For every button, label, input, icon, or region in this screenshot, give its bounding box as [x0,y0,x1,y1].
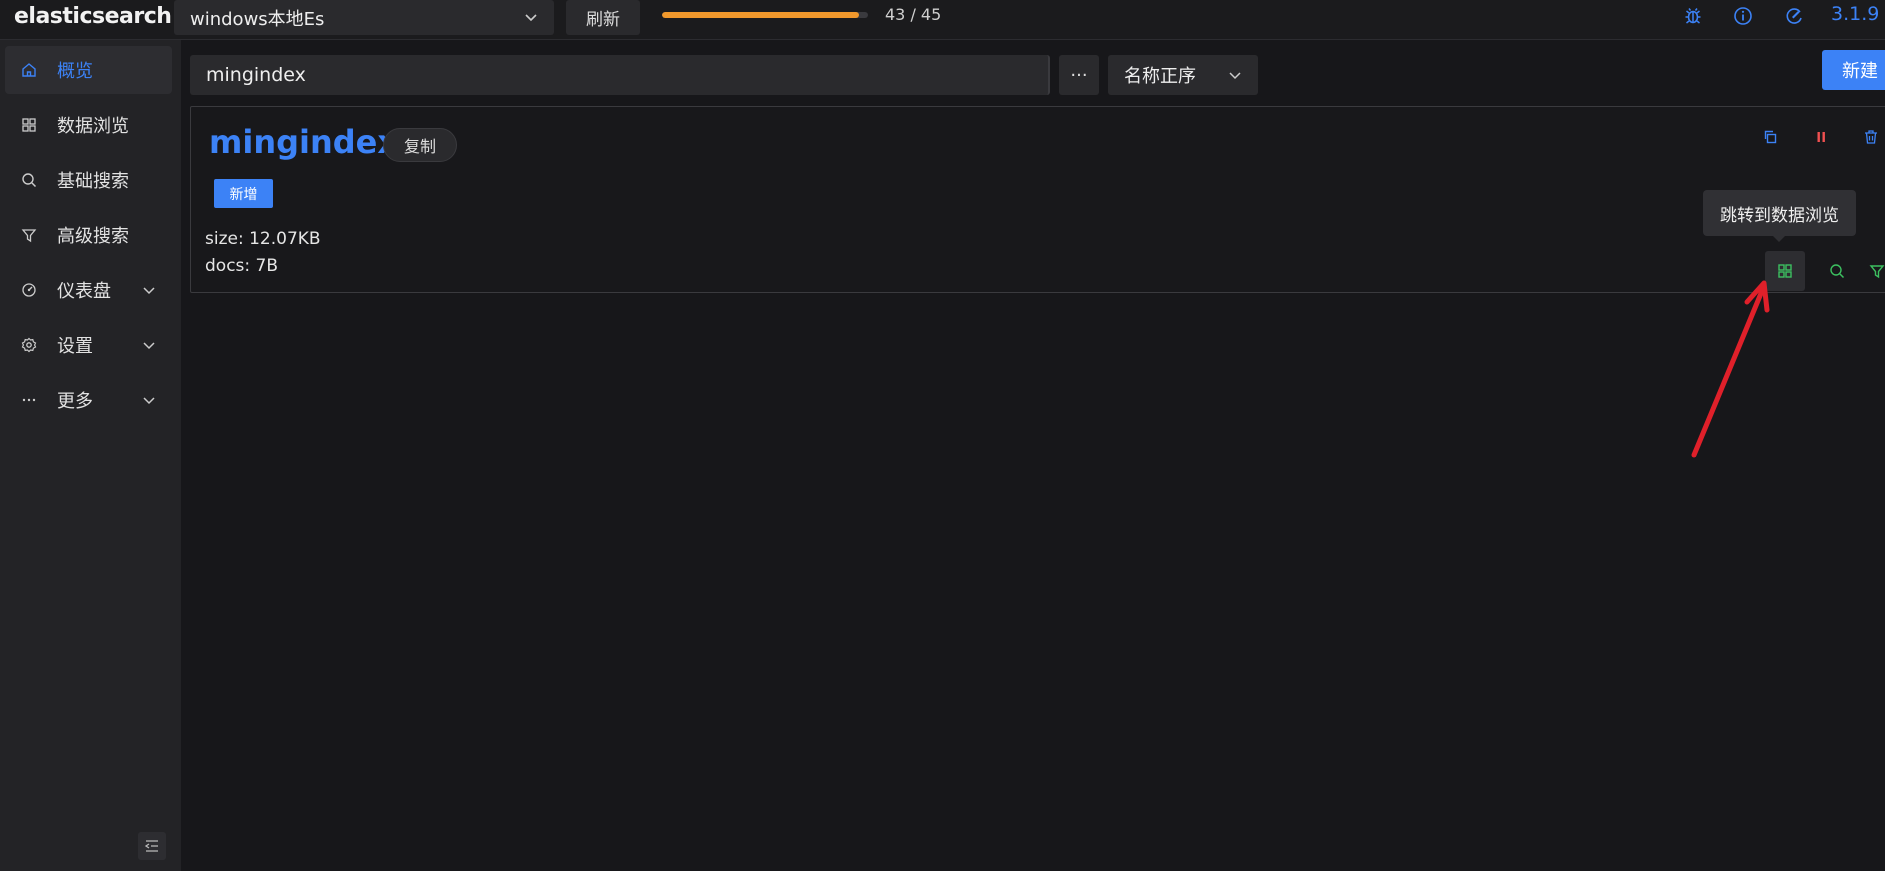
top-bar: elasticsearch windows本地Es 刷新 43 / 45 3.1… [0,0,1885,40]
cluster-select[interactable]: windows本地Es [174,0,554,35]
chevron-down-icon [143,342,155,350]
clone-index-button[interactable] [1755,121,1787,153]
version-label[interactable]: 3.1.9 [1831,3,1879,25]
gear-icon [21,337,37,353]
sidebar-item-data-browse[interactable]: 数据浏览 [5,101,172,149]
copy-icon [1764,130,1777,144]
index-size: size: 12.07KB [205,229,321,249]
collapse-icon [144,840,158,852]
info-icon[interactable] [1733,6,1753,26]
ellipsis-icon [22,398,36,402]
home-icon [22,63,36,77]
sidebar-item-label: 基础搜索 [57,171,129,192]
sort-value: 名称正序 [1124,66,1196,87]
search-icon [1830,264,1845,279]
chevron-down-icon [143,397,155,405]
grid-icon [22,118,36,132]
trash-icon [1865,130,1877,144]
pause-index-button[interactable] [1805,121,1837,153]
sidebar-item-overview[interactable]: 概览 [5,46,172,94]
progress-fill [662,12,859,18]
tooltip-text: 跳转到数据浏览 [1720,205,1839,226]
progress-bar [662,12,868,18]
search-value: mingindex [206,64,306,86]
theme-icon[interactable] [1784,6,1804,26]
bug-icon[interactable] [1683,6,1703,26]
sidebar-item-advanced-search[interactable]: 高级搜索 [5,211,172,259]
sidebar-item-label: 更多 [57,391,93,412]
new-index-button[interactable]: 新建 [1822,50,1885,90]
sidebar-item-dashboard[interactable]: 仪表盘 [5,266,172,314]
app-root: elasticsearch windows本地Es 刷新 43 / 45 3.1… [0,0,1885,871]
pause-icon [1817,132,1825,142]
delete-index-button[interactable] [1855,121,1885,153]
goto-advanced-search-button[interactable] [1861,255,1885,287]
goto-basic-search-button[interactable] [1821,255,1853,287]
sidebar-item-settings[interactable]: 设置 [5,321,172,369]
sidebar-item-label: 数据浏览 [57,116,129,137]
sidebar-item-label: 仪表盘 [57,281,111,302]
sidebar-item-basic-search[interactable]: 基础搜索 [5,156,172,204]
sort-select[interactable]: 名称正序 [1108,55,1258,95]
chevron-down-icon [525,14,537,22]
search-input[interactable]: mingindex [190,55,1050,95]
copy-button[interactable]: 复制 [383,128,457,162]
annotation-arrow [1691,280,1770,458]
filter-icon [1869,265,1885,279]
sidebar-item-label: 设置 [57,336,93,357]
index-docs: docs: 7B [205,256,279,276]
index-card: mingindex 复制 新增 size: 12.07KB docs: 7B [190,106,1885,293]
add-button[interactable]: 新增 [214,179,273,208]
sidebar-item-label: 概览 [57,61,93,82]
refresh-button[interactable]: 刷新 [566,0,640,35]
tooltip: 跳转到数据浏览 [1703,190,1856,242]
filter-icon [21,229,37,243]
sidebar-item-label: 高级搜索 [57,226,129,247]
index-name[interactable]: mingindex [209,123,398,161]
chevron-down-icon [143,287,155,295]
search-icon [22,173,37,188]
chevron-down-icon [1229,72,1241,80]
sidebar-item-more[interactable]: 更多 [5,376,172,424]
cluster-name: windows本地Es [190,8,325,30]
app-logo: elasticsearch [14,4,172,29]
sidebar: 概览 数据浏览 基础搜索 高级搜索 仪表盘 设置 更多 [0,40,181,871]
collapse-sidebar-button[interactable] [138,832,166,860]
progress-text: 43 / 45 [885,5,942,24]
tooltip-arrow [1773,236,1785,242]
more-options-button[interactable]: ··· [1059,55,1099,95]
dashboard-icon [22,283,36,297]
